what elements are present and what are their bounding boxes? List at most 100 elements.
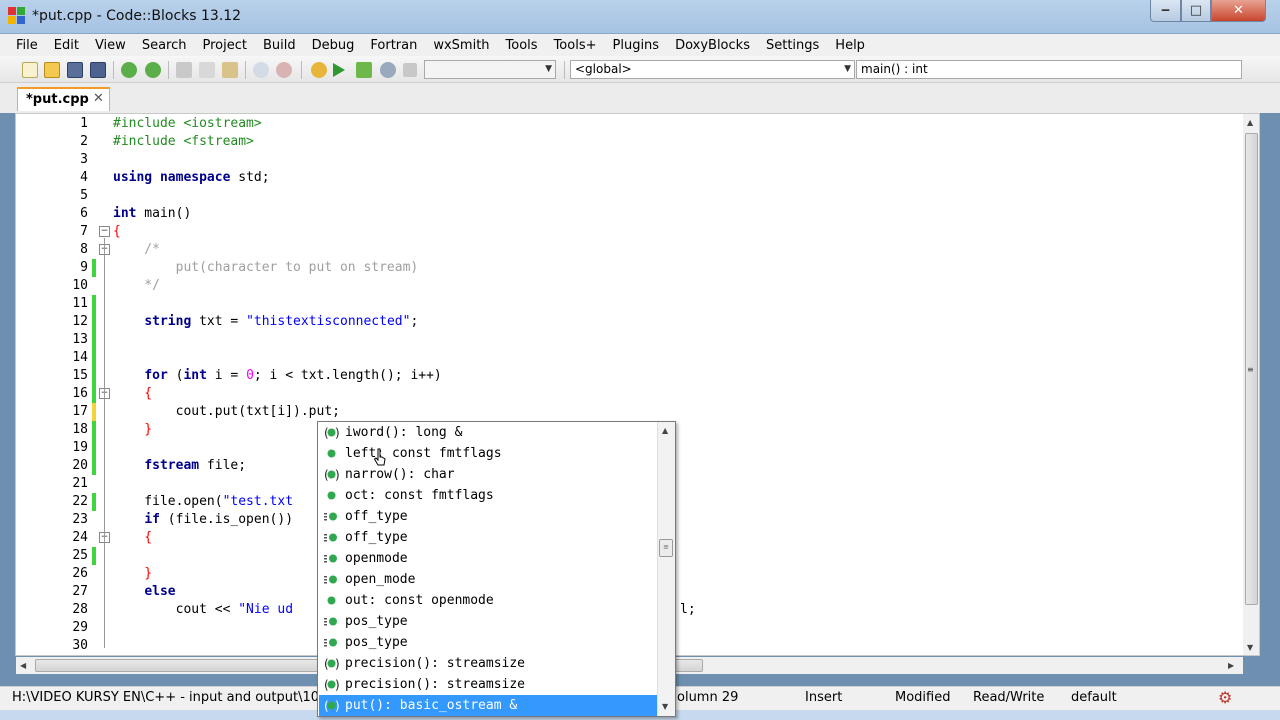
typedef-icon (324, 615, 339, 628)
keyword: for (144, 368, 168, 383)
build-target-combo[interactable]: ▼ (424, 60, 556, 79)
menu-build[interactable]: Build (255, 38, 304, 53)
menu-wxsmith[interactable]: wxSmith (425, 38, 497, 53)
autocomplete-scrollbar[interactable] (657, 422, 675, 716)
scroll-down-icon[interactable]: ▼ (662, 702, 668, 711)
code-line: 9 put(character to put on stream) (16, 259, 1245, 277)
build-and-run-icon[interactable] (356, 62, 372, 78)
keyword: string (144, 314, 192, 329)
autocomplete-item[interactable]: out: const openmode (319, 590, 658, 611)
menu-tools-plus[interactable]: Tools+ (546, 38, 605, 53)
autocomplete-item[interactable]: () narrow(): char (319, 464, 658, 485)
code-text: else (113, 583, 176, 601)
copy-icon[interactable] (199, 62, 215, 78)
code-line: 13 (16, 331, 1245, 349)
menu-help[interactable]: Help (827, 38, 873, 53)
code-text: cout << "Nie ud (113, 601, 293, 619)
autocomplete-item[interactable]: oct: const fmtflags (319, 485, 658, 506)
find-icon[interactable] (253, 62, 269, 78)
abort-icon[interactable] (403, 63, 417, 77)
save-icon[interactable] (67, 62, 83, 78)
scroll-down-icon[interactable]: ▼ (1247, 643, 1253, 652)
replace-icon[interactable] (276, 62, 292, 78)
menu-bar: File Edit View Search Project Build Debu… (0, 34, 1280, 56)
grip-icon: ≡ (1247, 365, 1254, 374)
close-icon[interactable]: ✕ (93, 91, 104, 106)
menu-debug[interactable]: Debug (304, 38, 363, 53)
autocomplete-item[interactable]: pos_type (319, 632, 658, 653)
autocomplete-item-selected[interactable]: () put(): basic_ostream & (319, 695, 658, 716)
code-fragment: file; (199, 458, 247, 473)
autocomplete-item[interactable]: () precision(): streamsize (319, 674, 658, 695)
rebuild-icon[interactable] (380, 62, 396, 78)
autocomplete-item[interactable]: () iword(): long & (319, 422, 658, 443)
keyword: namespace (159, 170, 231, 185)
string-literal: "test.txt (222, 494, 294, 509)
run-icon[interactable] (333, 63, 345, 77)
scroll-up-icon[interactable]: ▲ (662, 426, 668, 435)
line-number: 6 (80, 206, 88, 221)
autocomplete-item[interactable]: pos_type (319, 611, 658, 632)
build-gear-icon[interactable] (311, 62, 327, 78)
autocomplete-item[interactable]: off_type (319, 506, 658, 527)
menu-fortran[interactable]: Fortran (362, 38, 425, 53)
paste-icon[interactable] (222, 62, 238, 78)
menu-search[interactable]: Search (134, 38, 195, 53)
autocomplete-item-label: iword(): long & (345, 425, 463, 440)
menu-plugins[interactable]: Plugins (605, 38, 668, 53)
scroll-up-icon[interactable]: ▲ (1247, 118, 1253, 127)
fold-collapse-icon[interactable]: − (99, 226, 110, 237)
code-fragment: i = (206, 368, 247, 383)
code-line: 6 int main() (16, 205, 1245, 223)
autocomplete-item[interactable]: openmode (319, 548, 658, 569)
menu-view[interactable]: View (87, 38, 134, 53)
line-number: 15 (72, 368, 88, 383)
autocomplete-item[interactable]: left: const fmtflags (319, 443, 658, 464)
open-folder-icon[interactable] (44, 62, 60, 78)
autocomplete-item-label: open_mode (345, 572, 416, 587)
redo-icon[interactable] (145, 62, 161, 78)
new-file-icon[interactable] (22, 62, 38, 78)
line-number: 5 (80, 188, 88, 203)
code-text: int main() (113, 205, 191, 223)
autocomplete-item[interactable]: open_mode (319, 569, 658, 590)
change-marker (92, 493, 96, 511)
tab-put-cpp[interactable]: *put.cpp ✕ (17, 87, 110, 111)
line-number: 27 (72, 584, 88, 599)
menu-doxyblocks[interactable]: DoxyBlocks (667, 38, 758, 53)
cut-icon[interactable] (176, 62, 192, 78)
close-button[interactable]: ✕ (1211, 0, 1266, 22)
keyword: int (183, 368, 207, 383)
method-icon: () (324, 678, 340, 692)
status-cursor-position: olumn 29 (677, 690, 739, 705)
method-icon: () (324, 468, 340, 482)
menu-project[interactable]: Project (194, 38, 254, 53)
autocomplete-item[interactable]: () precision(): streamsize (319, 653, 658, 674)
maximize-button[interactable]: □ (1181, 0, 1211, 22)
function-combo[interactable]: main() : int (856, 60, 1242, 79)
bug-icon: ⚙ (1218, 688, 1233, 707)
autocomplete-popup[interactable]: () iword(): long & left: const fmtflags … (317, 421, 676, 717)
menu-edit[interactable]: Edit (46, 38, 87, 53)
change-marker (92, 313, 96, 331)
code-line: 10 */ (16, 277, 1245, 295)
autocomplete-item-label: oct: const fmtflags (345, 488, 494, 503)
scroll-right-icon[interactable]: ▶ (1228, 661, 1234, 670)
save-all-icon[interactable] (90, 62, 106, 78)
scope-combo[interactable]: <global> ▼ (570, 60, 855, 79)
menu-file[interactable]: File (8, 38, 46, 53)
menu-settings[interactable]: Settings (758, 38, 827, 53)
code-text: { (113, 224, 121, 239)
code-fragment: ; i < txt.length(); i++) (253, 368, 442, 383)
minimize-button[interactable]: ‒ (1150, 0, 1181, 22)
undo-icon[interactable] (121, 62, 137, 78)
menu-tools[interactable]: Tools (498, 38, 546, 53)
line-number: 30 (72, 638, 88, 653)
code-text: #include <iostream> (113, 116, 262, 131)
autocomplete-scroll-thumb[interactable]: ≡ (659, 539, 673, 557)
line-number: 20 (72, 458, 88, 473)
keyword: else (144, 584, 176, 599)
line-number: 14 (72, 350, 88, 365)
autocomplete-item[interactable]: off_type (319, 527, 658, 548)
scroll-left-icon[interactable]: ◀ (20, 661, 26, 670)
